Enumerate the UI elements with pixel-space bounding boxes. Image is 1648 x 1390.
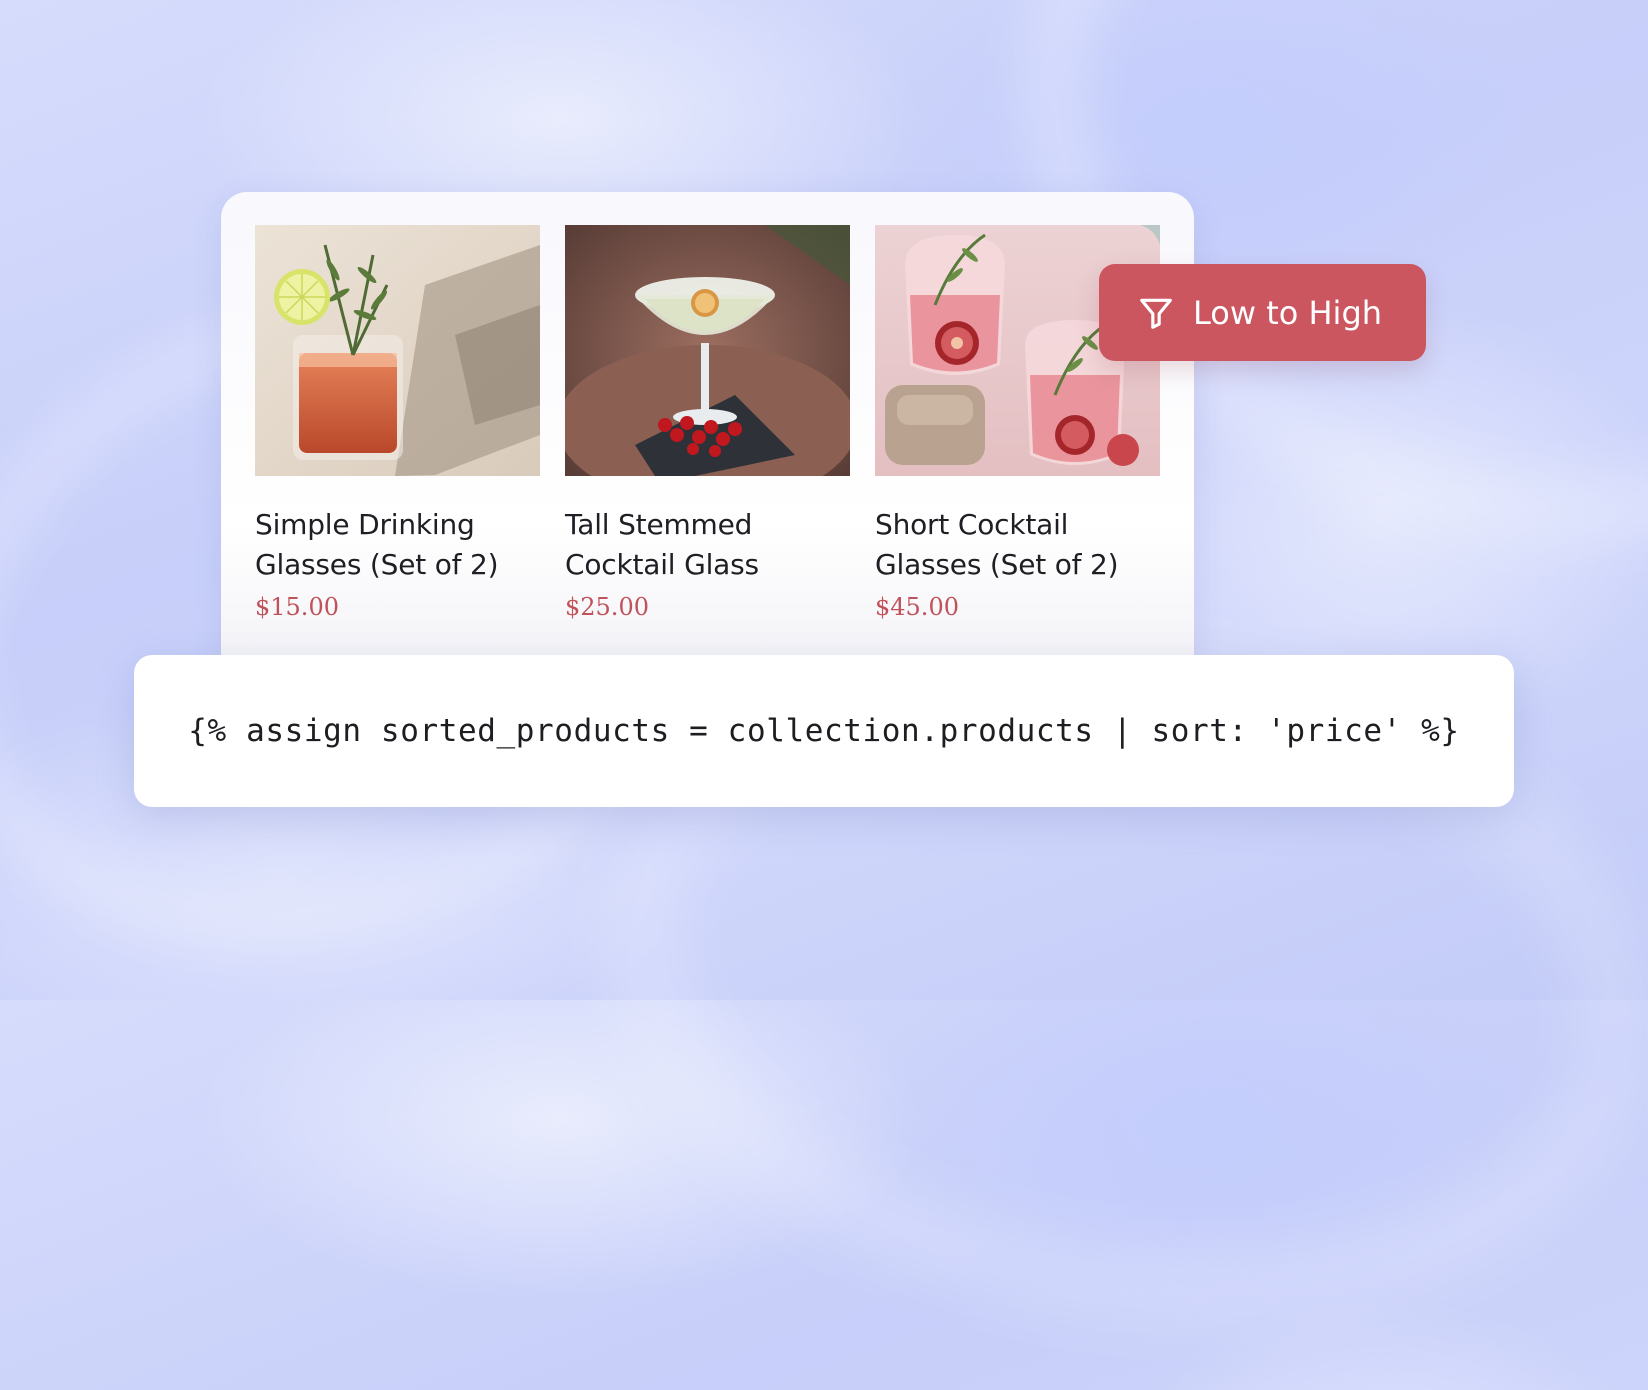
product-name[interactable]: Simple Drinking Glasses (Set of 2) xyxy=(255,505,540,585)
product-name-line: Short Cocktail xyxy=(875,508,1069,541)
product-grid-card: Simple Drinking Glasses (Set of 2) $15.0… xyxy=(221,192,1194,662)
product-name-line: Simple Drinking xyxy=(255,508,475,541)
product-card[interactable]: Simple Drinking Glasses (Set of 2) $15.0… xyxy=(255,225,540,621)
product-price: $45.00 xyxy=(875,593,959,621)
product-grid: Simple Drinking Glasses (Set of 2) $15.0… xyxy=(255,225,1160,621)
product-name[interactable]: Tall Stemmed Cocktail Glass xyxy=(565,505,850,585)
filter-icon xyxy=(1137,294,1175,332)
sort-low-to-high-button[interactable]: Low to High xyxy=(1099,264,1426,361)
product-image[interactable] xyxy=(565,225,850,476)
product-name-line: Tall Stemmed xyxy=(565,508,753,541)
product-price: $25.00 xyxy=(565,593,649,621)
liquid-code-line: {% assign sorted_products = collection.p… xyxy=(188,713,1460,749)
product-name[interactable]: Short Cocktail Glasses (Set of 2) xyxy=(875,505,1160,585)
sort-button-label: Low to High xyxy=(1193,293,1383,332)
product-name-line: Glasses (Set of 2) xyxy=(255,548,499,581)
code-snippet-card: {% assign sorted_products = collection.p… xyxy=(134,655,1514,807)
product-name-line: Glasses (Set of 2) xyxy=(875,548,1119,581)
product-price: $15.00 xyxy=(255,593,339,621)
product-card[interactable]: Tall Stemmed Cocktail Glass $25.00 xyxy=(565,225,850,621)
product-image[interactable] xyxy=(255,225,540,476)
product-name-line: Cocktail Glass xyxy=(565,548,759,581)
